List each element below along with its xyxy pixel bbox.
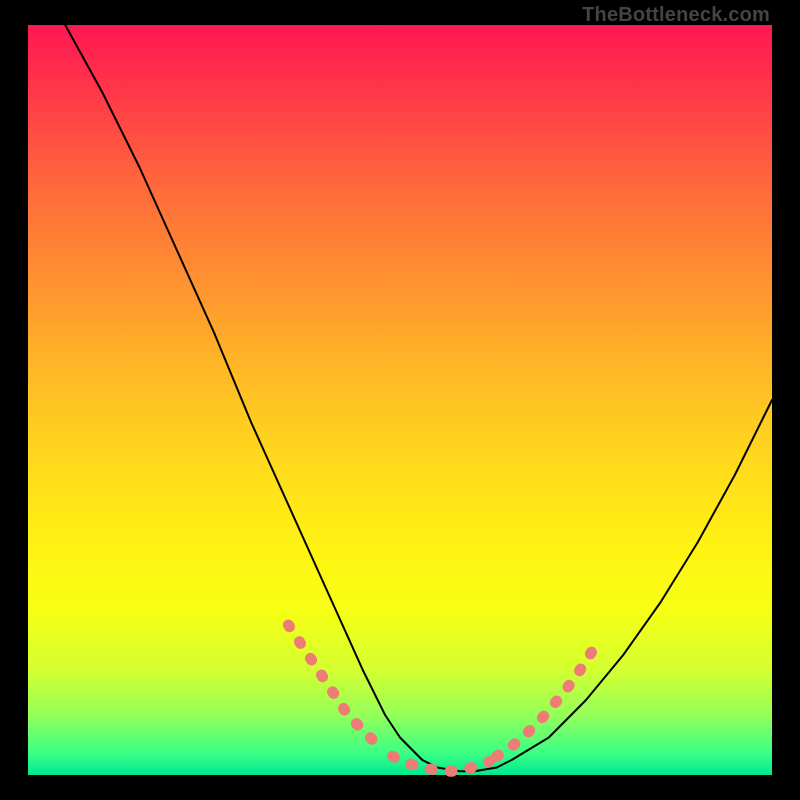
- watermark-text: TheBottleneck.com: [582, 4, 770, 27]
- curve-line: [65, 25, 772, 771]
- chart-series-group: [65, 25, 772, 771]
- chart-svg: [28, 25, 772, 775]
